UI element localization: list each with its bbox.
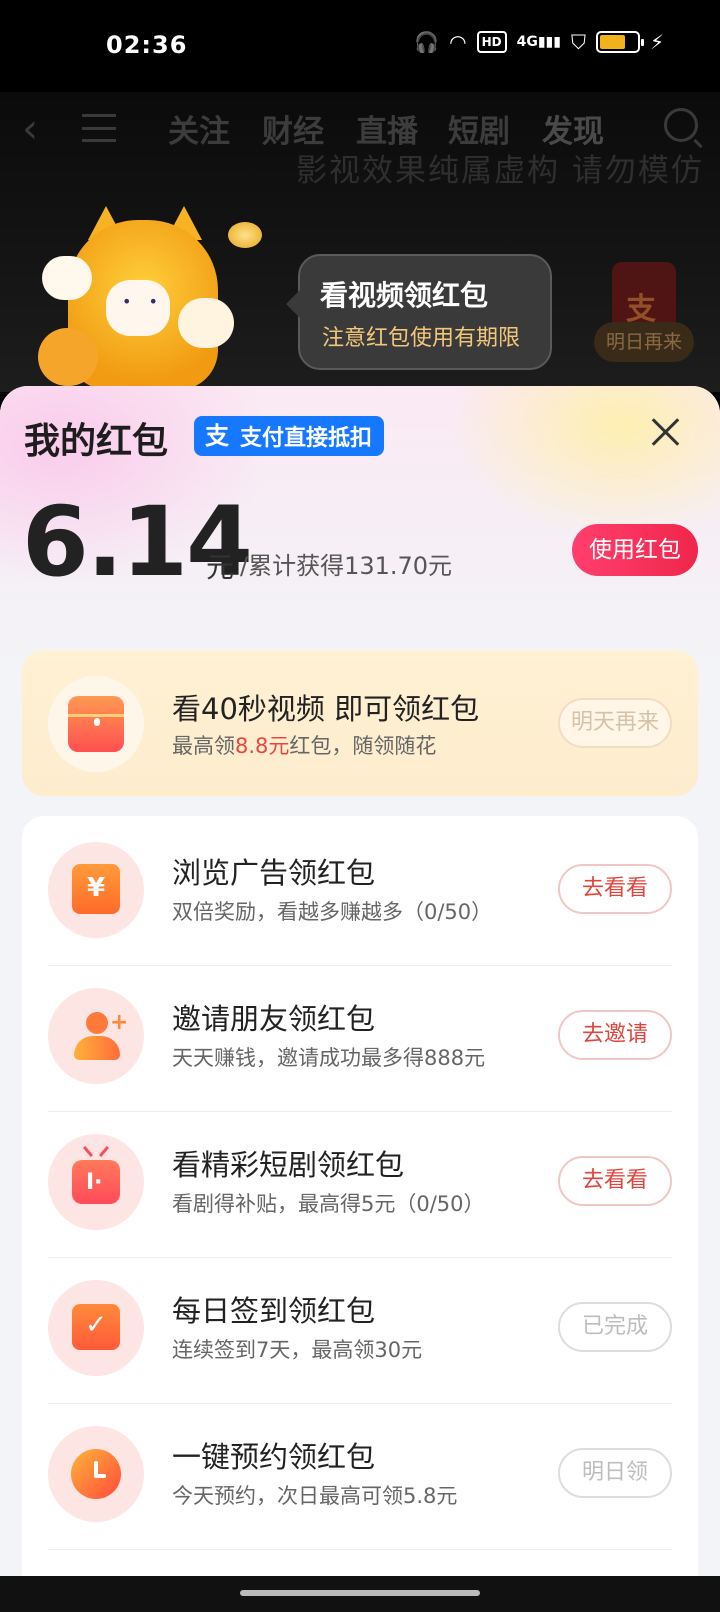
go-invite-button[interactable]: 去邀请 xyxy=(558,1010,672,1060)
completed-button[interactable]: 已完成 xyxy=(558,1302,672,1352)
task-list: ¥ 浏览广告领红包 双倍奖励，看越多赚越多（0/50） 去看看 + 邀请朋友领红… xyxy=(22,816,698,1596)
task-item-invite: + 邀请朋友领红包 天天赚钱，邀请成功最多得888元 去邀请 xyxy=(22,962,698,1112)
coin-icon xyxy=(228,222,262,248)
side-tomorrow-chip[interactable]: 明日再来 xyxy=(593,322,694,362)
headphones-icon: 🎧 xyxy=(414,30,440,54)
video-task-sub-suffix: 红包，随领随花 xyxy=(289,734,437,758)
promo-bubble: 看视频领红包 注意红包使用有期限 xyxy=(286,254,552,370)
close-button[interactable] xyxy=(646,412,686,452)
promo-title: 看视频领红包 xyxy=(320,279,489,312)
clock-icon xyxy=(71,1449,121,1499)
task-subtitle: 连续签到7天，最高领30元 xyxy=(172,1338,423,1362)
home-indicator-bar xyxy=(0,1576,720,1612)
sheet-title: 我的红包 xyxy=(24,421,169,462)
yen-icon: ¥ xyxy=(72,864,120,914)
claim-tomorrow-button[interactable]: 明日领 xyxy=(558,1448,672,1498)
tab-follow[interactable]: 关注 xyxy=(168,106,230,151)
go-watch-button[interactable]: 去看看 xyxy=(558,864,672,914)
video-task-title: 看40秒视频 即可领红包 xyxy=(172,692,480,726)
video-task-icon-wrap xyxy=(48,676,144,772)
task-item-daily-checkin: ✓ 每日签到领红包 连续签到7天，最高领30元 已完成 xyxy=(22,1254,698,1404)
search-icon[interactable] xyxy=(664,108,698,142)
task-title: 浏览广告领红包 xyxy=(172,856,376,890)
promo-subtitle: 注意红包使用有期限 xyxy=(322,326,521,351)
video-task-sub-amount: 8.8元 xyxy=(235,734,290,758)
task-title: 看精彩短剧领红包 xyxy=(172,1148,405,1182)
invite-person-icon: + xyxy=(72,1010,128,1060)
menu-icon[interactable] xyxy=(82,114,116,142)
wifi-icon: ◠ xyxy=(449,30,467,54)
video-task-subtitle: 最高领8.8元红包，随领随花 xyxy=(172,730,436,760)
task-item-reserve: 一键预约领红包 今天预约，次日最高可领5.8元 明日领 xyxy=(22,1400,698,1550)
red-packet-icon xyxy=(68,696,124,752)
task-title: 一键预约领红包 xyxy=(172,1440,376,1474)
divider xyxy=(48,1549,672,1550)
task-title: 每日签到领红包 xyxy=(172,1294,376,1328)
video-task-sub-prefix: 最高领 xyxy=(172,734,235,758)
task-item-browse-ads: ¥ 浏览广告领红包 双倍奖励，看越多赚越多（0/50） 去看看 xyxy=(22,816,698,966)
task-item-short-drama: I· 看精彩短剧领红包 看剧得补贴，最高得5元（0/50） 去看看 xyxy=(22,1108,698,1258)
network-type: 4G xyxy=(516,34,538,50)
vpn-shield-icon: ⛉ xyxy=(570,30,586,54)
back-icon[interactable]: ‹ xyxy=(22,106,38,152)
alipay-icon: 支 xyxy=(205,422,229,450)
calendar-check-icon: ✓ xyxy=(72,1304,120,1350)
status-time: 02:36 xyxy=(106,31,188,59)
use-red-packet-button[interactable]: 使用红包 xyxy=(572,524,698,576)
status-icons: 🎧 ◠ HD 4G▮▮▮ ⛉ ⚡ xyxy=(414,30,664,54)
alipay-badge-label: 支付直接抵扣 xyxy=(240,426,373,451)
total-earned: /累计获得131.70元 xyxy=(240,552,453,580)
video-task-button[interactable]: 明天再来 xyxy=(558,698,672,748)
hd-icon: HD xyxy=(476,31,507,53)
status-bar: 02:36 🎧 ◠ HD 4G▮▮▮ ⛉ ⚡ xyxy=(0,0,720,92)
task-subtitle: 天天赚钱，邀请成功最多得888元 xyxy=(172,1046,486,1070)
go-watch-drama-button[interactable]: 去看看 xyxy=(558,1156,672,1206)
task-subtitle: 看剧得补贴，最高得5元（0/50） xyxy=(172,1192,485,1216)
tv-icon: I· xyxy=(72,1160,120,1204)
task-subtitle: 今天预约，次日最高可领5.8元 xyxy=(172,1484,458,1508)
charging-icon: ⚡ xyxy=(649,30,664,54)
balance-unit: 元 xyxy=(206,551,235,584)
video-task-card: 看40秒视频 即可领红包 最高领8.8元红包，随领随花 明天再来 xyxy=(22,650,698,796)
home-indicator[interactable] xyxy=(240,1590,480,1596)
red-packet-sheet: 我的红包 支 支付直接抵扣 6.14 元 /累计获得131.70元 使用红包 看… xyxy=(0,386,720,1612)
alipay-badge: 支 支付直接抵扣 xyxy=(194,416,385,456)
signal-icon: 4G▮▮▮ xyxy=(516,34,561,50)
task-title: 邀请朋友领红包 xyxy=(172,1002,376,1036)
battery-icon xyxy=(595,31,644,53)
video-disclaimer: 影视效果纯属虚构 请勿模仿 xyxy=(296,153,704,189)
lucky-cat-mascot xyxy=(38,200,258,390)
task-subtitle: 双倍奖励，看越多赚越多（0/50） xyxy=(172,900,493,924)
